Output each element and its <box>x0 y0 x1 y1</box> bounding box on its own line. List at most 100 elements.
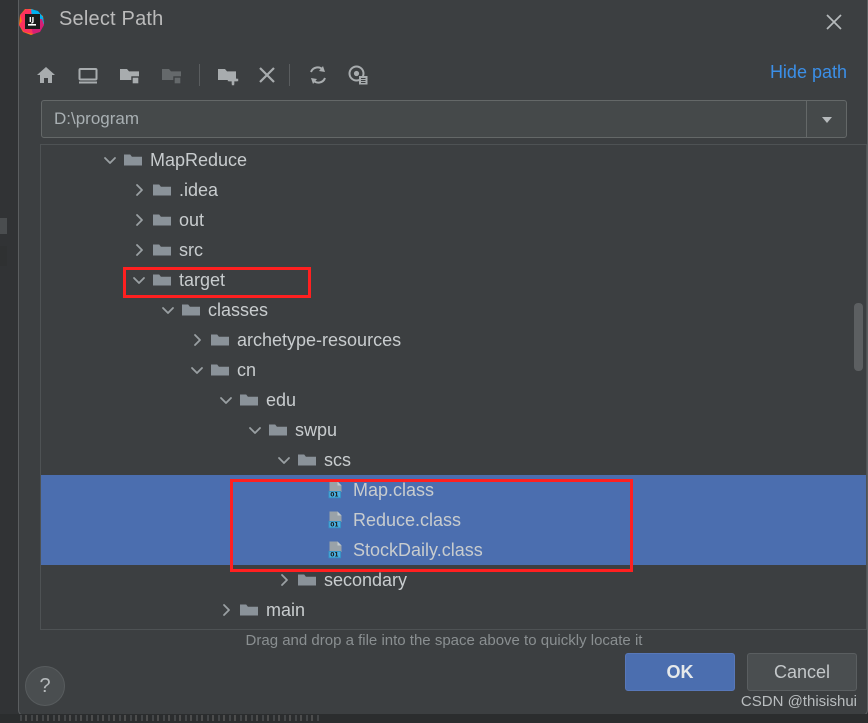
close-icon[interactable] <box>818 7 850 37</box>
delete-icon[interactable] <box>250 58 284 92</box>
twisty-spacer <box>302 475 324 505</box>
chevron-down-icon[interactable] <box>186 355 208 385</box>
tree-row-stockdaily-class[interactable]: 01 StockDaily.class <box>41 535 866 565</box>
path-row: D:\program <box>23 100 865 138</box>
tree-row-mapreduce[interactable]: MapReduce <box>41 145 866 175</box>
tree-row-src[interactable]: src <box>41 235 866 265</box>
tree-row-map-class[interactable]: 01 Map.class <box>41 475 866 505</box>
screen: IJ Select Path Hide path D:\program MapR… <box>0 0 868 723</box>
background-artifact-2 <box>0 246 7 266</box>
tree-row-scs[interactable]: scs <box>41 445 866 475</box>
ok-button[interactable]: OK <box>625 653 735 691</box>
chevron-down-icon[interactable] <box>99 145 121 175</box>
tree-row-label: swpu <box>295 420 338 440</box>
tree-vertical-scrollbar[interactable] <box>853 147 864 629</box>
home-icon[interactable] <box>29 58 63 92</box>
toolbar-separator-2 <box>289 64 290 86</box>
tree-row-label: edu <box>266 390 297 410</box>
chevron-down-icon[interactable] <box>273 445 295 475</box>
tree-row-label: archetype-resources <box>237 330 402 350</box>
svg-text:01: 01 <box>330 492 338 499</box>
chevron-right-icon[interactable] <box>128 205 150 235</box>
tree-row-classes[interactable]: classes <box>41 295 866 325</box>
help-button[interactable]: ? <box>25 666 65 706</box>
tree-row-cn[interactable]: cn <box>41 355 866 385</box>
path-input[interactable]: D:\program <box>42 109 806 129</box>
desktop-background <box>0 0 18 723</box>
tree-row-out[interactable]: out <box>41 205 866 235</box>
dialog-title: Select Path <box>59 8 164 30</box>
toolbar-separator-1 <box>199 64 200 86</box>
tree-row-label: scs <box>324 450 351 470</box>
twisty-spacer <box>302 505 324 535</box>
folder-icon <box>150 205 174 235</box>
tree-row-edu[interactable]: edu <box>41 385 866 415</box>
chevron-right-icon[interactable] <box>273 565 295 595</box>
cancel-button[interactable]: Cancel <box>747 653 857 691</box>
tree-row-label: secondary <box>324 570 408 590</box>
background-artifact-1 <box>0 218 7 234</box>
svg-text:IJ: IJ <box>29 16 34 24</box>
tree-row-label: target <box>179 270 226 290</box>
dialog-toolbar: Hide path <box>19 52 868 98</box>
folder-icon <box>295 445 319 475</box>
tree-row-label: Map.class <box>353 480 435 500</box>
twisty-spacer <box>302 535 324 565</box>
tree-row-label: .idea <box>179 180 219 200</box>
tree-row-reduce-class[interactable]: 01 Reduce.class <box>41 505 866 535</box>
tree-row-label: cn <box>237 360 257 380</box>
folder-icon <box>179 295 203 325</box>
tree-row-label: classes <box>208 300 269 320</box>
tree-row-secondary[interactable]: secondary <box>41 565 866 595</box>
folder-icon <box>121 145 145 175</box>
tree-row--idea[interactable]: .idea <box>41 175 866 205</box>
folder-icon <box>150 175 174 205</box>
svg-text:01: 01 <box>330 552 338 559</box>
refresh-icon[interactable] <box>301 58 335 92</box>
tree-row-archetype-resources[interactable]: archetype-resources <box>41 325 866 355</box>
svg-text:01: 01 <box>330 522 338 529</box>
tree-row-label: out <box>179 210 205 230</box>
dialog-titlebar: IJ Select Path <box>19 0 867 50</box>
tree-row-label: src <box>179 240 203 260</box>
chevron-right-icon[interactable] <box>128 175 150 205</box>
project-folder-icon[interactable] <box>113 58 147 92</box>
folder-icon <box>208 355 232 385</box>
tree-row-label: StockDaily.class <box>353 540 483 560</box>
folder-icon <box>150 235 174 265</box>
file-tree[interactable]: MapReduce .idea out src target classes archety… <box>41 145 866 629</box>
chevron-right-icon[interactable] <box>128 235 150 265</box>
chevron-down-icon[interactable] <box>157 295 179 325</box>
file-tree-panel[interactable]: MapReduce .idea out src target classes archety… <box>40 144 867 630</box>
tree-row-target[interactable]: target <box>41 265 866 295</box>
chevron-down-icon[interactable] <box>806 101 846 137</box>
watermark: CSDN @thisishui <box>740 693 857 710</box>
new-folder-icon[interactable] <box>211 58 245 92</box>
show-hidden-icon[interactable] <box>341 58 375 92</box>
chevron-down-icon[interactable] <box>244 415 266 445</box>
folder-icon <box>208 325 232 355</box>
scrollbar-thumb[interactable] <box>854 303 863 371</box>
chevron-down-icon[interactable] <box>128 265 150 295</box>
folder-icon <box>295 565 319 595</box>
module-folder-icon <box>155 58 189 92</box>
folder-icon <box>266 415 290 445</box>
tree-row-label: MapReduce <box>150 150 248 170</box>
hide-path-link[interactable]: Hide path <box>770 62 847 83</box>
path-combobox[interactable]: D:\program <box>41 100 847 138</box>
drag-drop-hint: Drag and drop a file into the space abov… <box>245 632 643 649</box>
folder-icon <box>237 385 261 415</box>
desktop-icon[interactable] <box>71 58 105 92</box>
tree-row-label: main <box>266 600 306 620</box>
chevron-right-icon[interactable] <box>186 325 208 355</box>
tree-row-label: Reduce.class <box>353 510 462 530</box>
folder-icon <box>150 265 174 295</box>
taskbar-icons <box>20 715 320 721</box>
tree-row-swpu[interactable]: swpu <box>41 415 866 445</box>
chevron-right-icon[interactable] <box>215 595 237 625</box>
select-path-dialog: IJ Select Path Hide path D:\program MapR… <box>18 0 868 716</box>
chevron-down-icon[interactable] <box>215 385 237 415</box>
intellij-idea-logo-icon: IJ <box>17 7 47 37</box>
class-file-icon: 01 <box>324 475 348 505</box>
tree-row-main[interactable]: main <box>41 595 866 625</box>
